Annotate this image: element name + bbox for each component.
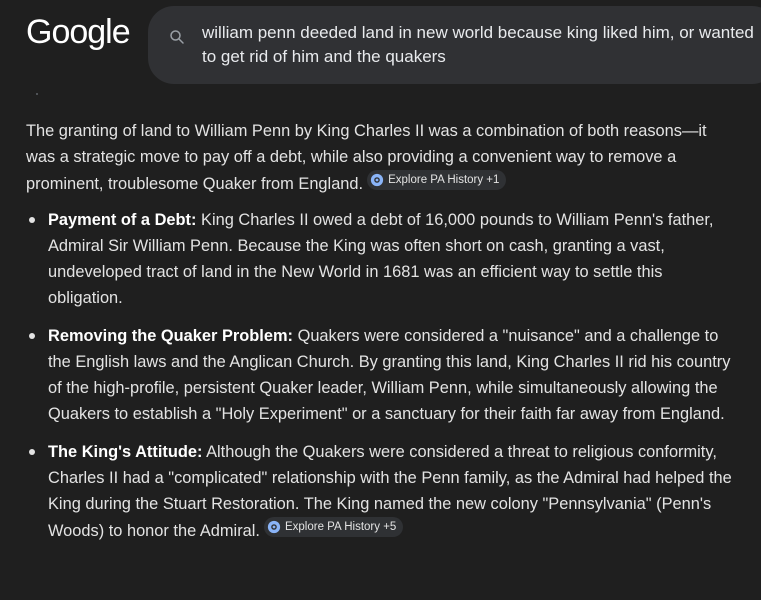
divider-dot	[36, 93, 38, 95]
source-globe-icon	[370, 173, 384, 187]
source-chip-label: Explore PA History +1	[388, 174, 500, 186]
search-box[interactable]: william penn deeded land in new world be…	[148, 6, 761, 84]
bullet-title: The King's Attitude:	[48, 443, 203, 461]
bullet-dot	[29, 333, 35, 339]
bullet-item: The King's Attitude: Although the Quaker…	[26, 439, 738, 544]
google-logo[interactable]: Google	[26, 13, 131, 52]
source-chip-label: Explore PA History +5	[284, 521, 397, 533]
google-results-page: Google william penn deeded land in new w…	[0, 0, 761, 600]
bullet-title: Removing the Quaker Problem:	[48, 327, 294, 345]
header: Google william penn deeded land in new w…	[0, 0, 761, 96]
bullet-title: Payment of a Debt:	[48, 211, 197, 229]
bullet-dot	[29, 217, 35, 223]
source-chip-intro[interactable]: Explore PA History +1	[367, 170, 507, 190]
source-chip-kings-attitude[interactable]: Explore PA History +5	[263, 517, 404, 537]
answer-intro: The granting of land to William Penn by …	[26, 118, 738, 197]
source-globe-icon	[267, 520, 281, 534]
search-icon[interactable]	[168, 28, 186, 46]
ai-answer: The granting of land to William Penn by …	[26, 118, 738, 556]
bullet-item: Payment of a Debt: King Charles II owed …	[26, 207, 738, 311]
search-input[interactable]: william penn deeded land in new world be…	[202, 21, 761, 69]
bullet-item: Removing the Quaker Problem: Quakers wer…	[26, 323, 738, 427]
bullet-dot	[29, 449, 35, 455]
answer-bullets: Payment of a Debt: King Charles II owed …	[26, 207, 738, 544]
